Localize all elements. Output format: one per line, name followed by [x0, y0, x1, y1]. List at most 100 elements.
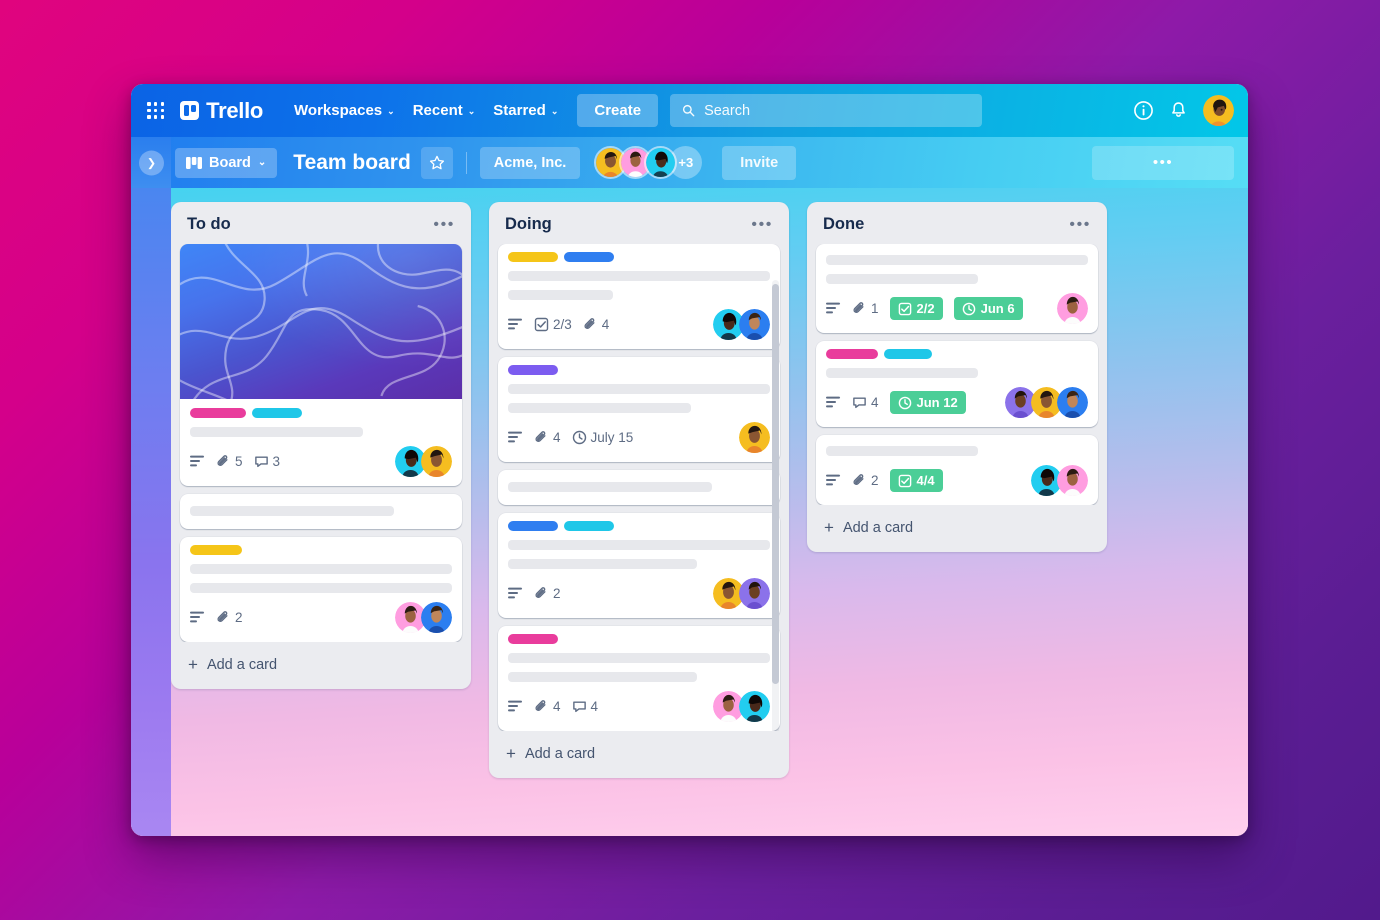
add-card-button-doing[interactable]: + Add a card: [497, 734, 781, 770]
card-members: [1005, 387, 1088, 418]
list-menu-icon[interactable]: •••: [751, 216, 773, 233]
checklist-count: 4/4: [916, 473, 935, 488]
card-members: [713, 309, 770, 340]
notification-bell-icon[interactable]: [1168, 100, 1189, 121]
trello-logo[interactable]: Trello: [180, 98, 263, 124]
create-button[interactable]: Create: [577, 94, 659, 127]
label-chip[interactable]: [508, 365, 558, 375]
list-header: Done •••: [815, 211, 1099, 244]
card-badges: 2 4/4: [826, 465, 1088, 496]
member-avatar[interactable]: [421, 602, 452, 633]
invite-button[interactable]: Invite: [722, 145, 797, 180]
board-view-switcher[interactable]: Board ⌄: [175, 147, 278, 178]
card-labels: [508, 252, 770, 262]
list-menu-icon[interactable]: •••: [433, 216, 455, 233]
chevron-right-icon: ❯: [146, 157, 157, 169]
card[interactable]: 2: [180, 537, 462, 642]
list-menu-icon[interactable]: •••: [1069, 216, 1091, 233]
label-chip[interactable]: [252, 408, 302, 418]
board-menu-button[interactable]: •••: [1092, 145, 1234, 180]
browser-window: Trello Workspaces ⌄ Recent ⌄ Starred ⌄ C…: [131, 84, 1248, 836]
attachment-badge: 5: [216, 454, 243, 469]
comment-icon: [254, 456, 268, 468]
add-card-button-done[interactable]: + Add a card: [815, 508, 1099, 544]
collapsed-sidebar-rail[interactable]: [131, 188, 171, 836]
attachment-badge: 2: [534, 586, 561, 601]
add-card-button-to-do[interactable]: + Add a card: [179, 645, 463, 681]
star-board-button[interactable]: [420, 146, 453, 179]
card-container: 2/3 4 4 July 15 2 4 4: [497, 244, 781, 731]
label-chip[interactable]: [884, 349, 932, 359]
label-chip[interactable]: [564, 521, 614, 531]
member-avatar[interactable]: [739, 422, 770, 453]
member-avatar[interactable]: [644, 146, 678, 179]
card[interactable]: 2/3 4: [498, 244, 780, 349]
card[interactable]: 1 2/2 Jun 6: [816, 244, 1098, 333]
member-avatar[interactable]: [421, 446, 452, 477]
list-title[interactable]: Done: [823, 215, 864, 234]
workspace-chip[interactable]: Acme, Inc.: [479, 146, 581, 179]
member-avatar[interactable]: [739, 578, 770, 609]
nav-item-recent[interactable]: Recent ⌄: [404, 96, 485, 125]
card[interactable]: [498, 470, 780, 505]
scrollbar-thumb[interactable]: [772, 284, 779, 684]
search-icon: [682, 104, 695, 117]
attachment-count: 2: [553, 586, 561, 601]
label-chip[interactable]: [190, 545, 242, 555]
card-members: [395, 446, 452, 477]
label-chip[interactable]: [508, 252, 558, 262]
user-avatar[interactable]: [1203, 95, 1234, 126]
card-members: [1057, 293, 1088, 324]
card[interactable]: [180, 494, 462, 529]
attachment-count: 1: [871, 301, 879, 316]
search-placeholder: Search: [704, 102, 751, 119]
card-badges: 4 Jun 12: [826, 387, 1088, 418]
label-chip[interactable]: [564, 252, 614, 262]
card-body: 5 3: [180, 408, 462, 477]
label-chip[interactable]: [508, 634, 558, 644]
member-avatar[interactable]: [739, 309, 770, 340]
apps-grid-icon[interactable]: [147, 101, 165, 120]
card-badges: 2: [508, 578, 770, 609]
card-members: [713, 691, 770, 722]
list-title[interactable]: Doing: [505, 215, 552, 234]
card[interactable]: 4 July 15: [498, 357, 780, 462]
card-title-placeholder: [508, 384, 770, 394]
label-chip[interactable]: [190, 408, 246, 418]
card-title-placeholder: [508, 271, 770, 281]
trello-mark-icon: [180, 101, 200, 120]
card[interactable]: 2 4/4: [816, 435, 1098, 505]
list-title[interactable]: To do: [187, 215, 231, 234]
card-title-placeholder: [826, 274, 978, 284]
member-avatar[interactable]: [739, 691, 770, 722]
chevron-down-icon: ⌄: [387, 106, 395, 116]
nav-item-starred[interactable]: Starred ⌄: [484, 96, 567, 125]
board-title[interactable]: Team board: [293, 151, 410, 175]
nav-item-workspaces[interactable]: Workspaces ⌄: [285, 96, 404, 125]
card[interactable]: 4 Jun 12: [816, 341, 1098, 427]
sidebar-expand-button[interactable]: ❯: [139, 150, 164, 175]
label-chip[interactable]: [826, 349, 878, 359]
list-done: Done ••• 1 2/2 Jun 6 4 Jun 12 2 4/4 + Ad…: [807, 202, 1107, 552]
card[interactable]: 5 3: [180, 244, 462, 486]
divider: [465, 151, 467, 174]
description-icon: [508, 431, 523, 444]
info-circle-icon[interactable]: [1133, 100, 1154, 121]
member-avatar[interactable]: [1057, 465, 1088, 496]
card-badges: 2: [190, 602, 452, 633]
add-card-label: Add a card: [842, 519, 914, 536]
card[interactable]: 2: [498, 513, 780, 618]
label-chip[interactable]: [508, 521, 558, 531]
card-cover-image: [180, 244, 462, 399]
star-outline-icon: [429, 155, 444, 169]
search-input[interactable]: Search: [670, 94, 983, 127]
checklist-count: 2/3: [553, 317, 572, 332]
card[interactable]: 4 4: [498, 626, 780, 731]
card-container: 5 3 2: [179, 244, 463, 642]
card-title-placeholder: [826, 446, 978, 456]
chevron-down-icon: ⌄: [257, 157, 267, 168]
attachment-icon: [535, 587, 546, 598]
list-scrollbar[interactable]: [772, 280, 779, 731]
member-avatar[interactable]: [1057, 293, 1088, 324]
member-avatar[interactable]: [1057, 387, 1088, 418]
